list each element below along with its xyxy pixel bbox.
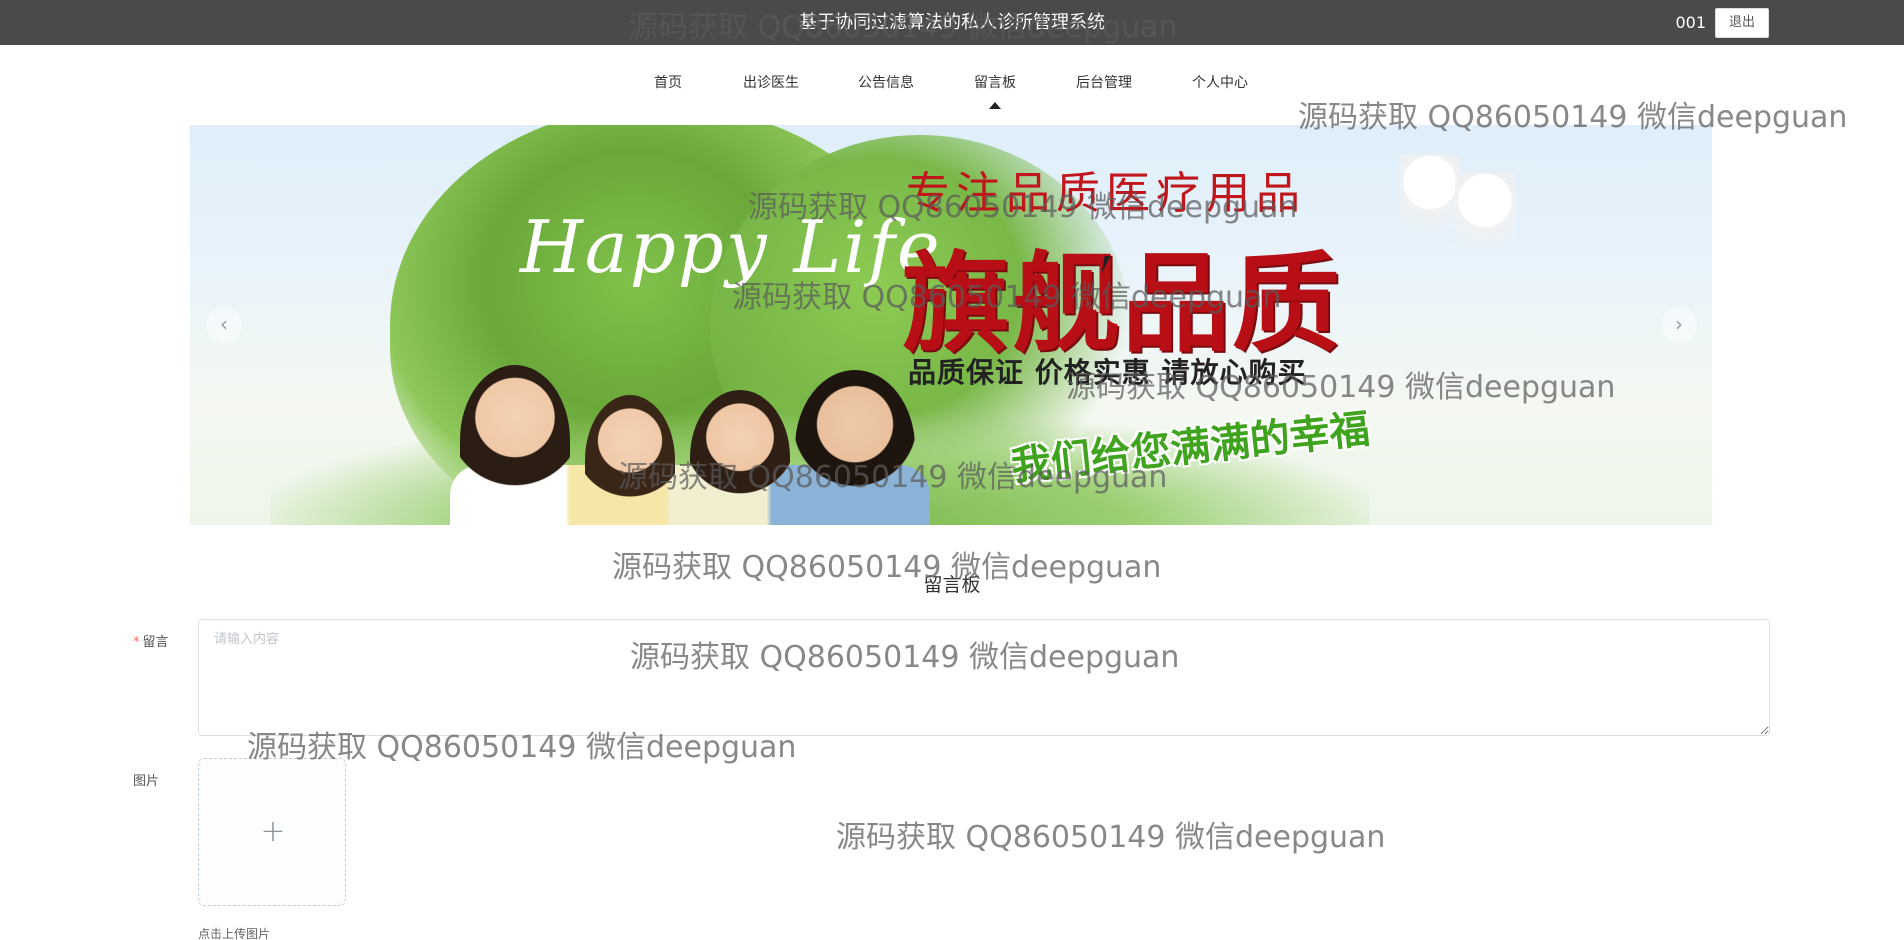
- nav-item-profile[interactable]: 个人中心: [1192, 72, 1248, 92]
- main-nav: 首页 出诊医生 公告信息 留言板 后台管理 个人中心: [0, 72, 1904, 109]
- banner-slogan-main: 旗舰品质: [902, 242, 1343, 367]
- nav-item-home[interactable]: 首页: [654, 72, 682, 92]
- banner-slogan-sub: 品质保证 价格实惠 请放心购买: [908, 356, 1307, 389]
- banner-doll-icon: [1455, 173, 1515, 283]
- message-input[interactable]: [198, 619, 1770, 736]
- carousel-prev-icon[interactable]: ‹: [206, 307, 242, 343]
- banner-person-girl: [585, 395, 675, 525]
- message-label-text: 留言: [142, 635, 169, 650]
- image-upload-box[interactable]: +: [198, 758, 346, 906]
- banner-slogan-top: 专注品质医疗用品: [906, 168, 1306, 219]
- banner-happy-life-text: Happy Life: [520, 205, 942, 289]
- required-mark: *: [133, 635, 140, 650]
- banner-person-father: [795, 370, 915, 525]
- nav-item-admin[interactable]: 后台管理: [1076, 72, 1132, 92]
- nav-item-message-board-label: 留言板: [974, 75, 1016, 91]
- page-title: 留言板: [923, 574, 981, 596]
- image-label: 图片: [133, 774, 160, 789]
- system-title: 基于协同过滤算法的私人诊所管理系统: [799, 12, 1105, 33]
- logout-button[interactable]: 退出: [1715, 8, 1769, 38]
- plus-icon: +: [260, 814, 286, 849]
- carousel-next-icon[interactable]: ›: [1661, 307, 1697, 343]
- nav-item-doctors[interactable]: 出诊医生: [743, 72, 799, 92]
- nav-item-announcements[interactable]: 公告信息: [858, 72, 914, 92]
- active-caret-icon: [989, 102, 1001, 109]
- username-label: 001: [1675, 13, 1706, 32]
- upload-tip: 点击上传图片: [198, 927, 271, 940]
- banner-carousel[interactable]: Happy Life 专注品质医疗用品 旗舰品质 品质保证 价格实惠 请放心购买…: [190, 125, 1712, 525]
- top-bar: 基于协同过滤算法的私人诊所管理系统 001 退出: [0, 0, 1904, 45]
- banner-person-mother: [460, 365, 570, 515]
- watermark: 源码获取 QQ86050149 微信deepguan: [836, 820, 1386, 855]
- banner-person-boy: [690, 390, 790, 525]
- banner-doll-icon: [1400, 155, 1460, 265]
- message-label: * 留言: [133, 631, 169, 650]
- nav-item-message-board[interactable]: 留言板: [974, 72, 1016, 109]
